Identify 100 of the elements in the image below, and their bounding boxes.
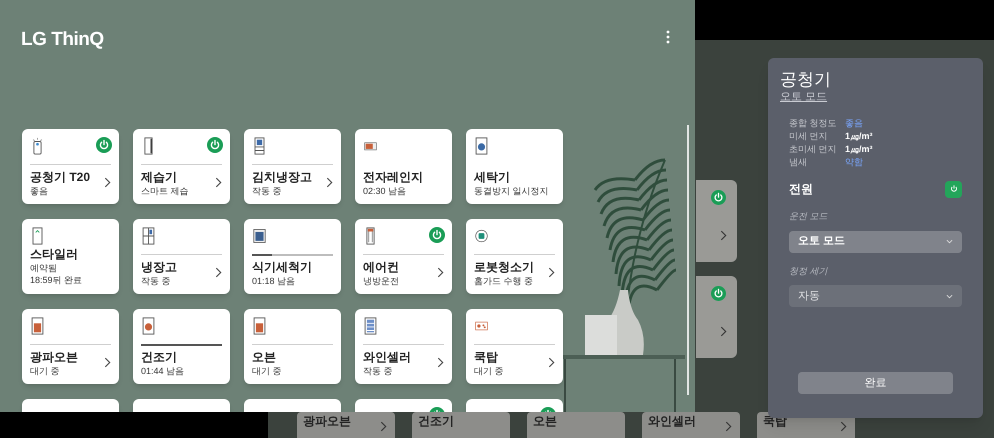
device-status: 01:18 남음 xyxy=(252,275,296,287)
device-status: 홈가드 수행 중 xyxy=(474,275,534,287)
device-card[interactable]: 로봇청소기 홈가드 수행 중 xyxy=(466,219,563,294)
device-name: 식기세척기 xyxy=(252,260,312,275)
air-conditioner-icon xyxy=(364,227,377,245)
device-card[interactable]: 제습기 스마트 제습 xyxy=(133,129,230,204)
fridge-icon xyxy=(253,137,266,155)
chevron-icon[interactable] xyxy=(437,357,444,368)
chevron-down-icon xyxy=(946,239,953,244)
done-button[interactable]: 완료 xyxy=(798,372,953,394)
stat-label: 종합 청정도 xyxy=(789,117,838,129)
device-card[interactable]: 건조기 01:44 남음 xyxy=(133,309,230,384)
chevron-icon[interactable] xyxy=(548,267,555,278)
device-card[interactable]: 세탁기 동결방지 일시정지 xyxy=(466,129,563,204)
select-label: 청정 세기 xyxy=(788,264,829,278)
device-status: 대기 중 xyxy=(474,365,504,377)
stat-value: 약함 xyxy=(845,156,864,168)
chevron-icon[interactable] xyxy=(548,357,555,368)
power-button[interactable] xyxy=(429,227,445,243)
dryer-icon xyxy=(142,317,155,335)
robot-vacuum-icon xyxy=(475,227,488,245)
device-name: 공청기 T20 xyxy=(30,170,90,185)
dehumidifier-icon xyxy=(142,137,155,155)
chevron-down-icon xyxy=(946,294,953,298)
chevron-icon[interactable] xyxy=(104,357,111,368)
power-button[interactable] xyxy=(96,137,112,153)
device-name: 제습기 xyxy=(141,170,178,185)
device-card[interactable]: 스타일러 예약됨 18:59뒤 완료 xyxy=(22,219,119,294)
device-name: 세탁기 xyxy=(474,170,511,185)
device-card[interactable]: 냉장고 작동 중 xyxy=(133,219,230,294)
device-name: 쿡탑 xyxy=(474,350,499,365)
device-name: 와인셀러 xyxy=(363,350,411,365)
device-name: 오븐 xyxy=(252,350,277,365)
device-status: 작동 중 xyxy=(363,365,394,377)
device-card[interactable]: 식기세척기 01:18 남음 xyxy=(244,219,341,294)
wine-cellar-icon xyxy=(364,317,377,335)
stat-label: 미세 먼지 xyxy=(789,130,829,142)
washer-icon xyxy=(475,137,488,155)
device-status: 동결방지 일시정지 xyxy=(474,185,549,197)
stat-label: 초미세 먼지 xyxy=(789,143,838,155)
device-status: 좋음 xyxy=(30,185,49,197)
device-status: 예약됨 xyxy=(30,262,58,274)
oven-icon xyxy=(31,317,44,335)
fridge-icon xyxy=(142,227,155,245)
device-name: 전자레인지 xyxy=(363,170,423,185)
device-name: 오븐 xyxy=(533,414,557,429)
device-card[interactable]: 김치냉장고 작동 중 xyxy=(244,129,341,204)
chevron-icon[interactable] xyxy=(104,177,111,188)
styler-icon xyxy=(31,227,44,245)
device-name: 건조기 xyxy=(141,350,178,365)
device-card[interactable]: 쿡탑 대기 중 xyxy=(466,309,563,384)
stat-value: 1㎍/m³ xyxy=(845,130,874,142)
dishwasher-icon xyxy=(253,227,266,245)
device-name: 와인셀러 xyxy=(648,414,696,429)
device-status: 스마트 제습 xyxy=(141,185,189,197)
chevron-icon[interactable] xyxy=(326,177,333,188)
device-status: 냉방운전 xyxy=(363,275,399,287)
stat-label: 냄새 xyxy=(789,156,808,168)
device-card[interactable]: 오븐 대기 중 xyxy=(244,309,341,384)
device-card[interactable]: 광파오븐 대기 중 xyxy=(22,309,119,384)
device-status: 대기 중 xyxy=(30,365,61,377)
device-name: 스타일러 xyxy=(30,247,79,262)
dropdown[interactable]: 오토 모드 xyxy=(789,230,962,252)
device-card[interactable]: 공청기 T20 좋음 xyxy=(22,129,119,204)
oven-icon xyxy=(253,317,266,335)
chevron-icon xyxy=(720,326,727,337)
purifier-icon xyxy=(31,137,44,155)
app-logo: LG ThinQ xyxy=(21,28,104,52)
dialog-subtitle: 오토 모드 xyxy=(780,90,828,104)
chevron-icon[interactable] xyxy=(215,267,222,278)
chevron-icon[interactable] xyxy=(437,267,444,278)
select-label: 운전 모드 xyxy=(788,210,829,223)
power-button[interactable] xyxy=(207,137,223,153)
device-name: 에어컨 xyxy=(363,260,399,275)
device-name: 건조기 xyxy=(418,414,454,429)
power-toggle[interactable] xyxy=(945,180,962,198)
dropdown[interactable]: 자동 xyxy=(789,285,962,307)
device-name: 로봇청소기 xyxy=(474,260,534,275)
power-label: 전원 xyxy=(789,181,813,198)
scrollbar[interactable] xyxy=(687,125,689,395)
device-name: 냉장고 xyxy=(141,260,177,275)
more-menu-icon[interactable] xyxy=(666,30,670,44)
chevron-icon[interactable] xyxy=(215,177,222,188)
stat-value: 좋음 xyxy=(845,117,864,129)
device-name: 김치냉장고 xyxy=(252,170,312,185)
device-card[interactable]: 전자레인지 02:30 남음 xyxy=(355,129,452,204)
device-name: 광파오븐 xyxy=(303,414,351,429)
device-status: 작동 중 xyxy=(252,185,283,197)
device-card[interactable]: 와인셀러 작동 중 xyxy=(355,309,452,384)
dialog-title: 공청기 xyxy=(780,70,832,90)
device-name: 광파오븐 xyxy=(30,350,78,365)
device-status: 01:44 남음 xyxy=(141,365,184,377)
device-status: 18:59뒤 완료 xyxy=(30,274,82,286)
device-status: 대기 중 xyxy=(252,365,282,377)
device-status: 작동 중 xyxy=(141,275,172,287)
chevron-icon xyxy=(720,230,727,241)
device-card[interactable]: 에어컨 냉방운전 xyxy=(355,219,452,294)
power-icon xyxy=(948,184,958,194)
stat-value: 1㎍/m³ xyxy=(845,143,874,155)
device-status: 02:30 남음 xyxy=(363,185,408,197)
